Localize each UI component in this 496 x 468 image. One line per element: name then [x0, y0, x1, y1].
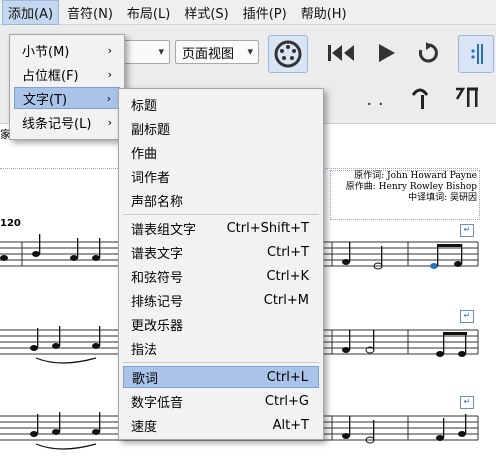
menu-item-label: 线条记号(L) [22, 116, 92, 132]
menu-item-composer[interactable]: 作曲 [123, 141, 319, 163]
menu-item-shortcut: Alt+T [272, 417, 309, 433]
translator-credit: 中译填词: 吴研因 [408, 193, 477, 203]
rewind-icon [328, 45, 354, 61]
menu-item-label: 排练记号 [131, 294, 184, 310]
menu-item-label: 小节(M) [22, 44, 70, 60]
menu-item-part-name[interactable]: 声部名称 [123, 189, 319, 211]
loop-button[interactable] [414, 39, 442, 67]
view-mode-label: 页面视图 [182, 46, 235, 62]
repeat-icon [471, 44, 483, 64]
menu-item-label: 和弦符号 [131, 270, 184, 286]
menu-plugins[interactable]: 插件(P) [237, 0, 293, 25]
menu-item-label: 数字低音 [131, 395, 184, 411]
menu-item-label: 速度 [131, 419, 158, 435]
chevron-right-icon: › [107, 43, 112, 57]
dot-icon[interactable]: . . [366, 89, 384, 110]
menu-item-staff-text[interactable]: 谱表文字 Ctrl+T [123, 241, 319, 263]
midi-input-button[interactable] [268, 35, 308, 73]
menu-help[interactable]: 帮助(H) [295, 0, 353, 25]
menu-item-frames[interactable]: 占位框(F) › [14, 63, 120, 85]
menu-notes[interactable]: 音符(N) [61, 0, 119, 25]
tuplet-button[interactable] [452, 83, 482, 113]
menu-item-measures[interactable]: 小节(M) › [14, 39, 120, 61]
menu-separator [123, 362, 319, 363]
chevron-right-icon: › [106, 91, 111, 105]
menu-item-subtitle[interactable]: 副标题 [123, 117, 319, 139]
menu-item-label: 声部名称 [131, 194, 184, 210]
menu-item-label: 作曲 [131, 146, 158, 162]
repeat-toggle-button[interactable] [458, 35, 494, 73]
menu-item-lyricist[interactable]: 词作者 [123, 165, 319, 187]
menu-bar: 添加(A) 音符(N) 布局(L) 样式(S) 插件(P) 帮助(H) [0, 0, 496, 25]
menu-item-lines[interactable]: 线条记号(L) › [14, 111, 120, 133]
zoom-combo[interactable]: ▾ [118, 40, 170, 64]
loop-icon [418, 42, 438, 63]
menu-item-label: 谱表文字 [131, 246, 184, 262]
tie-icon [411, 88, 429, 109]
menu-item-lyrics[interactable]: 歌词 Ctrl+L [123, 366, 319, 388]
composer-credit: 原作曲: Henry Rowley Bishop [345, 182, 477, 192]
menu-item-shortcut: Ctrl+Shift+T [226, 220, 309, 236]
menu-item-system-text[interactable]: 谱表组文字 Ctrl+Shift+T [123, 217, 319, 239]
menu-layout[interactable]: 布局(L) [121, 0, 176, 25]
menu-item-instrument-change[interactable]: 更改乐器 [123, 313, 319, 335]
lyricist-credit: 原作词: John Howard Payne [354, 171, 477, 181]
chevron-down-icon: ▾ [247, 45, 253, 58]
midi-icon [274, 40, 302, 68]
menu-item-label: 副标题 [131, 122, 171, 138]
menu-item-label: 标题 [131, 98, 158, 114]
menu-item-label: 占位框(F) [22, 68, 79, 84]
credits-block[interactable]: 原作词: John Howard Payne 原作曲: Henry Rowley… [330, 170, 480, 220]
play-button[interactable] [372, 39, 400, 67]
menu-item-fingering[interactable]: 指法 [123, 337, 319, 359]
menu-item-tempo[interactable]: 速度 Alt+T [123, 414, 319, 436]
rewind-button[interactable] [324, 39, 358, 67]
menu-style[interactable]: 样式(S) [178, 0, 234, 25]
menu-item-shortcut: Ctrl+M [263, 292, 309, 308]
menu-item-label: 谱表组文字 [131, 222, 197, 238]
view-mode-combo[interactable]: 页面视图 ▾ [175, 40, 259, 64]
chevron-down-icon: ▾ [158, 45, 164, 58]
chevron-right-icon: › [107, 115, 112, 129]
add-menu-dropdown: 小节(M) › 占位框(F) › 文字(T) › 线条记号(L) › [9, 34, 125, 140]
text-submenu: 标题 副标题 作曲 词作者 声部名称 谱表组文字 Ctrl+Shift+T 谱表… [118, 88, 324, 440]
menu-item-shortcut: Ctrl+K [266, 268, 309, 284]
menu-item-chord-symbol[interactable]: 和弦符号 Ctrl+K [123, 265, 319, 287]
menu-item-text[interactable]: 文字(T) › [14, 87, 120, 109]
menu-item-label: 更改乐器 [131, 318, 184, 334]
menu-item-label: 文字(T) [23, 92, 68, 108]
menu-item-figured-bass[interactable]: 数字低音 Ctrl+G [123, 390, 319, 412]
chevron-right-icon: › [107, 67, 112, 81]
menu-item-title[interactable]: 标题 [123, 93, 319, 115]
menu-item-label: 歌词 [132, 371, 159, 387]
menu-separator [123, 214, 319, 215]
menu-add[interactable]: 添加(A) [2, 0, 60, 25]
flip-direction-icon [455, 87, 478, 107]
measure-number: 120 [0, 218, 21, 229]
menu-item-shortcut: Ctrl+T [267, 244, 309, 260]
fermata-button[interactable] [408, 83, 432, 113]
menu-item-rehearsal-mark[interactable]: 排练记号 Ctrl+M [123, 289, 319, 311]
menu-item-label: 词作者 [131, 170, 171, 186]
menu-item-label: 指法 [131, 342, 158, 358]
menu-item-shortcut: Ctrl+G [264, 393, 309, 409]
play-icon [379, 44, 395, 62]
menu-item-shortcut: Ctrl+L [266, 369, 308, 385]
